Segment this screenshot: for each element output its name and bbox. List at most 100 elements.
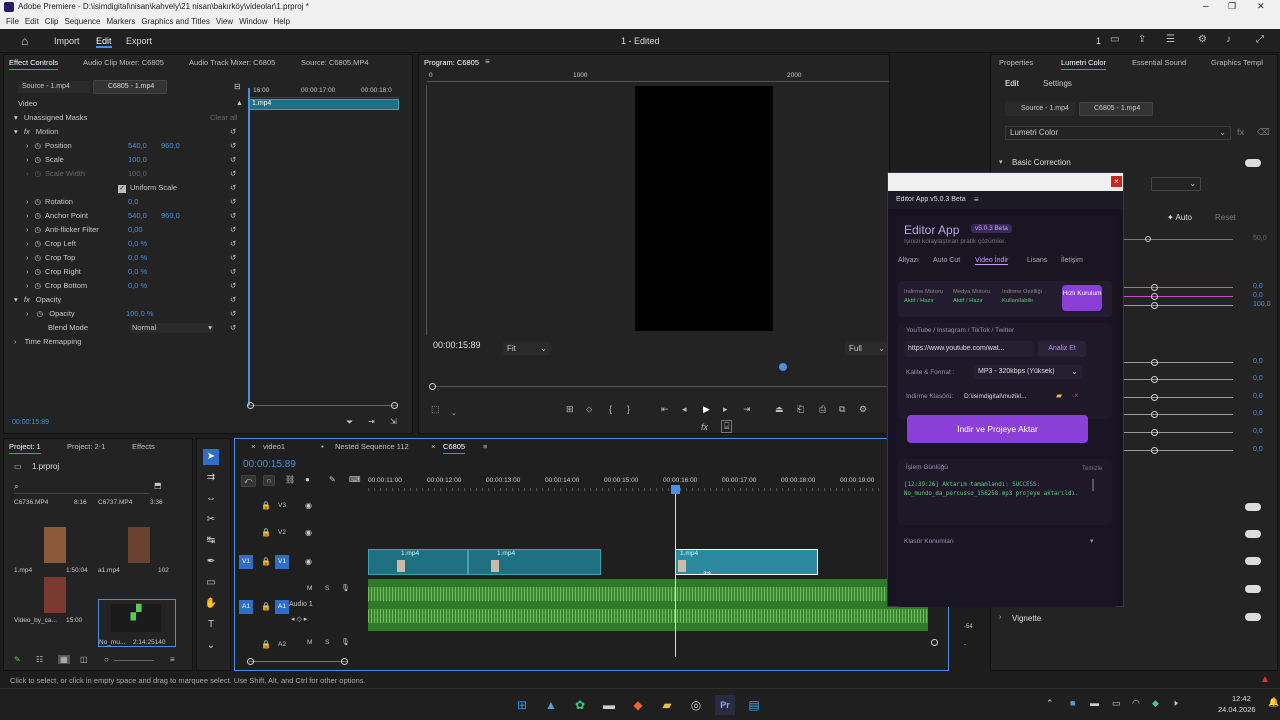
menu-item-clip[interactable]: Clip <box>45 15 59 29</box>
bin-item[interactable]: Video_by_ca... 15:00 <box>14 577 92 647</box>
expand-icon[interactable]: › <box>26 309 29 318</box>
tab-graphics-templates[interactable]: Graphics Templ <box>1211 57 1263 69</box>
audio-clip[interactable] <box>368 579 928 631</box>
icon-view-icon[interactable]: ▦ <box>58 655 70 664</box>
app-icon[interactable]: ▤ <box>744 695 764 715</box>
track-target[interactable]: A1 <box>239 600 253 614</box>
delete-icon[interactable]: ⌫ <box>1257 127 1270 138</box>
property-value[interactable]: 100,0 <box>128 153 147 167</box>
scroll-handle[interactable] <box>931 639 938 646</box>
mic-icon[interactable]: 🎙 <box>341 638 350 646</box>
lumetri-slider-handle[interactable] <box>1151 293 1158 300</box>
timeline-playhead[interactable] <box>671 485 680 494</box>
lumetri-slider-track[interactable] <box>1121 414 1233 415</box>
settings-icon[interactable]: ⚙ <box>859 404 867 415</box>
log-scrollbar[interactable] <box>1092 479 1094 491</box>
expand-icon[interactable]: ▾ <box>14 127 18 136</box>
ec-zoom-bar[interactable] <box>247 401 398 411</box>
close-icon[interactable]: ✕ <box>1257 1 1265 12</box>
expand-icon[interactable]: › <box>14 337 17 346</box>
menu-item-markers[interactable]: Markers <box>107 15 136 29</box>
track-label[interactable]: V2 <box>275 526 289 540</box>
export-frame-icon[interactable]: ⎙ <box>819 404 826 415</box>
reset-icon[interactable]: ↺ <box>230 167 236 181</box>
program-timecode[interactable]: 00:00:15:89 <box>433 340 481 350</box>
video-clip[interactable]: 1.mp4 <box>368 549 468 575</box>
solo-button[interactable]: S <box>325 585 329 592</box>
mute-button[interactable]: M <box>307 639 312 646</box>
track-target[interactable]: V1 <box>239 555 253 569</box>
timeline-zoom-bar[interactable] <box>247 658 349 666</box>
expand-icon[interactable]: ▾ <box>14 113 18 122</box>
toggle-switch[interactable] <box>1245 530 1261 538</box>
lumetri-slider-handle[interactable] <box>1151 302 1158 309</box>
basic-correction-toggle[interactable] <box>1245 159 1261 167</box>
reset-icon[interactable]: ↺ <box>230 265 236 279</box>
lumetri-value[interactable]: 0,0 <box>1253 410 1263 417</box>
tab-source[interactable]: Source: C6805.MP4 <box>301 57 369 69</box>
panel-icon[interactable]: ▭ <box>1110 34 1119 45</box>
expand-icon[interactable]: › <box>26 141 29 150</box>
brave-icon[interactable]: ◆ <box>628 695 648 715</box>
more-tools-icon[interactable]: ⌄ <box>203 638 219 654</box>
ec-timecode[interactable]: 00:00:15:89 <box>12 419 49 426</box>
workspace-number[interactable]: 1 <box>1096 36 1101 46</box>
property-value[interactable]: 0,0 % <box>128 265 147 279</box>
zoom-handle-right[interactable] <box>341 658 348 665</box>
notification-icon[interactable]: 🔔 <box>1268 697 1279 708</box>
maximize-icon[interactable]: ❐ <box>1228 1 1236 12</box>
lumetri-slider-track[interactable] <box>1121 305 1233 306</box>
reset-icon[interactable]: ↺ <box>230 251 236 265</box>
reset-icon[interactable]: ↺ <box>230 279 236 293</box>
lumetri-slider-track[interactable] <box>1121 379 1233 380</box>
captions-icon[interactable]: ⌨ <box>349 475 361 484</box>
tab-lumetri-settings[interactable]: Settings <box>1043 79 1072 88</box>
editor-tab[interactable]: İletişim <box>1061 257 1083 264</box>
lumetri-effect-select[interactable]: Lumetri Color ⌄ <box>1005 126 1231 140</box>
reset-icon[interactable]: ↺ <box>230 321 236 335</box>
property-value-2[interactable]: 960,0 <box>161 139 180 153</box>
timeline-ruler[interactable]: 00:00:11:00 00:00:12:00 00:00:13:00 00:00:1… <box>368 475 883 493</box>
lumetri-value[interactable]: 0,0 <box>1253 446 1263 453</box>
clear-all-button[interactable]: Clear all <box>210 111 238 125</box>
quick-install-button[interactable]: Hızlı Kurulum <box>1062 285 1102 311</box>
start-icon[interactable]: ⊞ <box>512 695 532 715</box>
expand-icon[interactable]: › <box>26 169 29 178</box>
tab-project-1[interactable]: Project: 1 <box>9 441 41 454</box>
lumetri-value[interactable]: 0,0 <box>1253 393 1263 400</box>
expand-icon[interactable]: › <box>26 155 29 164</box>
type-icon[interactable]: T <box>203 617 219 633</box>
volume-icon[interactable]: 🕨 <box>1172 698 1178 709</box>
clear-folder-icon[interactable]: × <box>1074 391 1079 400</box>
track-label[interactable]: A1 <box>275 600 289 614</box>
lumetri-slider-track[interactable] <box>1121 239 1233 240</box>
reset-icon[interactable]: ↺ <box>230 195 236 209</box>
program-scrub-bar[interactable] <box>433 386 889 387</box>
shield-icon[interactable]: ◆ <box>1152 698 1159 709</box>
lumetri-value[interactable]: 100,0 <box>1253 301 1271 308</box>
expand-icon[interactable]: ▾ <box>14 295 18 304</box>
linked-selection-icon[interactable]: ⛓ <box>285 475 295 484</box>
zoom-slider-handle[interactable]: ○ <box>104 655 109 664</box>
scroll-up-icon[interactable]: ▲ <box>236 97 243 111</box>
new-bin-icon[interactable]: ⬒ <box>154 481 162 490</box>
expand-icon[interactable]: › <box>26 225 29 234</box>
quality-select[interactable]: MP3 - 320kbps (Yüksek) ⌄ <box>974 365 1082 379</box>
property-value[interactable]: 0,0 % <box>128 237 147 251</box>
share-icon[interactable]: ⇪ <box>1138 34 1146 45</box>
editor-tab[interactable]: Video İndir <box>975 257 1009 265</box>
menu-item-graphics-and-titles[interactable]: Graphics and Titles <box>141 15 209 29</box>
program-playhead[interactable] <box>779 363 787 371</box>
add-marker-icon[interactable]: ⊞ <box>566 404 574 415</box>
toggle-timeline-icon[interactable]: ⊟ <box>234 82 241 91</box>
pen-icon[interactable]: ✒ <box>203 554 219 570</box>
close-icon[interactable]: × <box>251 441 255 453</box>
lumetri-slider-handle[interactable] <box>1151 394 1158 401</box>
razor-icon[interactable]: ✂ <box>203 512 219 528</box>
list-view-icon[interactable]: ☷ <box>36 655 43 664</box>
reset-icon[interactable]: ↺ <box>230 181 236 195</box>
property-value[interactable]: 0,0 % <box>128 279 147 293</box>
tab-lumetri-color[interactable]: Lumetri Color <box>1061 57 1107 70</box>
tray-app-icon[interactable]: ■ <box>1070 698 1075 708</box>
lumetri-slider-handle[interactable] <box>1151 284 1158 291</box>
